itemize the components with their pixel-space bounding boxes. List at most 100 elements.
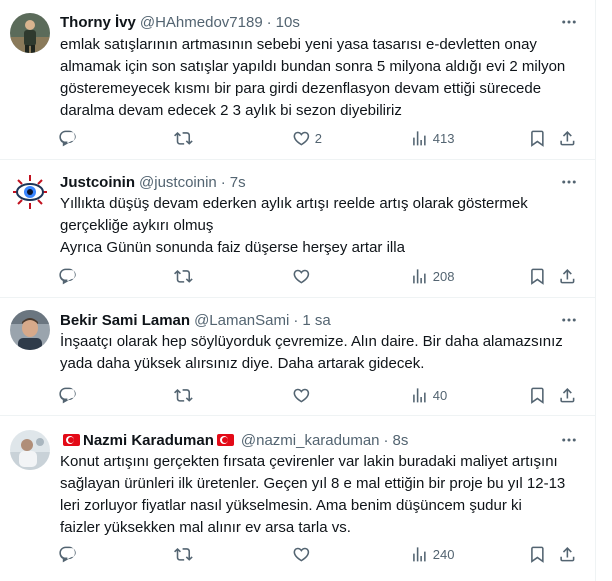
bookmark-button[interactable]: [528, 385, 547, 405]
tweet-actions: 240: [52, 544, 582, 564]
heart-icon: [293, 131, 310, 146]
separator-dot: ·: [266, 13, 272, 31]
reply-icon: [59, 268, 76, 284]
tweet-header: Justcoinin @justcoinin · 7s: [60, 172, 246, 192]
tweet-card[interactable]: Justcoinin @justcoinin · 7s Yıllıkta düş…: [0, 160, 596, 298]
turkey-flag-icon: [63, 434, 80, 446]
user-handle[interactable]: @HAhmedov7189: [140, 14, 263, 31]
tweet-text: emlak satışlarının artmasının sebebi yen…: [60, 34, 580, 122]
retweet-icon: [174, 547, 193, 561]
tweet-text-line: daralma devam edecek 2 3 aylık bi sezon …: [60, 102, 402, 119]
tweet-card[interactable]: Nazmi Karaduman @nazmi_karaduman · 8s Ko…: [0, 416, 596, 581]
views-count: 208: [432, 268, 455, 284]
views-count: 40: [432, 387, 448, 403]
user-handle[interactable]: @LamanSami: [194, 312, 289, 329]
display-name[interactable]: Thorny İvy: [60, 14, 136, 31]
tweet-header: Bekir Sami Laman @LamanSami · 1 sa: [60, 310, 331, 330]
tweet-text-line: emlak satışlarının artmasının sebebi yen…: [60, 36, 537, 53]
separator-dot: ·: [220, 173, 226, 191]
bookmark-button[interactable]: [528, 128, 547, 148]
tweet-text-line: Konut artışını gerçekten fırsata çeviren…: [60, 453, 558, 470]
heart-icon: [293, 547, 310, 562]
tweet-text-line: leri zorluyor fiyatlar nasıl yükselmesin…: [60, 497, 522, 514]
views-count: 413: [432, 130, 455, 146]
timestamp[interactable]: 8s: [393, 432, 409, 449]
heart-icon: [293, 388, 310, 403]
bookmark-button[interactable]: [528, 544, 547, 564]
tweet-text-line: İnşaatçı olarak hep söylüyorduk çevremiz…: [60, 333, 563, 350]
timestamp[interactable]: 1 sa: [302, 312, 330, 329]
views-icon: [413, 130, 426, 146]
tweet-text-line: Ayrıca Günün sonunda faiz düşerse herşey…: [60, 239, 405, 256]
tweet-header: Nazmi Karaduman @nazmi_karaduman · 8s: [60, 430, 408, 450]
avatar[interactable]: [10, 13, 50, 53]
share-button[interactable]: [558, 128, 577, 148]
like-button[interactable]: 2: [292, 128, 322, 148]
tweet-text: Konut artışını gerçekten fırsata çeviren…: [60, 451, 580, 539]
views-icon: [413, 387, 426, 403]
more-icon[interactable]: [560, 13, 578, 31]
retweet-button[interactable]: [174, 128, 193, 148]
tweet-actions: 208: [52, 266, 582, 286]
reply-icon: [59, 130, 76, 146]
retweet-button[interactable]: [174, 266, 193, 286]
like-button[interactable]: [292, 385, 311, 405]
reply-button[interactable]: [58, 128, 77, 148]
retweet-button[interactable]: [174, 544, 193, 564]
bookmark-icon: [531, 546, 544, 563]
bookmark-button[interactable]: [528, 266, 547, 286]
views-icon: [413, 268, 426, 284]
tweet-text-line: yada daha yüksek alırsınız diye. Daha ar…: [60, 355, 425, 372]
user-handle[interactable]: @justcoinin: [139, 174, 217, 191]
tweet-text-line: faizler yüksekken mal alınır ev arsa tar…: [60, 519, 351, 536]
share-button[interactable]: [558, 266, 577, 286]
reply-button[interactable]: [58, 385, 77, 405]
like-button[interactable]: [292, 544, 311, 564]
tweet-text-line: gösteremeyecek kısmı bir para girdi deze…: [60, 80, 542, 97]
retweet-button[interactable]: [174, 385, 193, 405]
tweet-text: Yıllıkta düşüş devam ederken aylık artış…: [60, 193, 580, 259]
more-icon[interactable]: [560, 311, 578, 329]
bookmark-icon: [531, 268, 544, 285]
avatar[interactable]: [10, 430, 50, 470]
views-button[interactable]: 413: [410, 128, 454, 148]
more-icon[interactable]: [560, 173, 578, 191]
bookmark-icon: [531, 387, 544, 404]
retweet-icon: [174, 131, 193, 145]
reply-button[interactable]: [58, 544, 77, 564]
display-name[interactable]: Justcoinin: [60, 174, 135, 191]
separator-dot: ·: [383, 431, 389, 449]
turkey-flag-icon: [216, 434, 234, 446]
retweet-icon: [174, 388, 193, 402]
display-name[interactable]: Nazmi Karaduman: [83, 432, 214, 449]
share-icon: [560, 387, 575, 403]
share-button[interactable]: [558, 544, 577, 564]
heart-icon: [293, 269, 310, 284]
avatar[interactable]: [10, 172, 50, 212]
tweet-actions: 40: [52, 385, 582, 405]
bookmark-icon: [531, 130, 544, 147]
reply-button[interactable]: [58, 266, 77, 286]
like-count: 2: [314, 130, 322, 146]
more-icon[interactable]: [560, 431, 578, 449]
share-button[interactable]: [558, 385, 577, 405]
tweet-card[interactable]: Bekir Sami Laman @LamanSami · 1 sa İnşaa…: [0, 298, 596, 416]
display-name[interactable]: Bekir Sami Laman: [60, 312, 190, 329]
tweet-card[interactable]: Thorny İvy @HAhmedov7189 · 10s emlak sat…: [0, 0, 596, 160]
views-button[interactable]: 208: [410, 266, 454, 286]
timestamp[interactable]: 7s: [230, 174, 246, 191]
retweet-icon: [174, 269, 193, 283]
like-button[interactable]: [292, 266, 311, 286]
reply-icon: [59, 387, 76, 403]
separator-dot: ·: [293, 311, 299, 329]
timestamp[interactable]: 10s: [276, 14, 300, 31]
reply-icon: [59, 546, 76, 562]
views-button[interactable]: 240: [410, 544, 454, 564]
user-handle[interactable]: @nazmi_karaduman: [241, 432, 380, 449]
share-icon: [560, 268, 575, 284]
share-icon: [560, 546, 575, 562]
tweet-text-line: Yıllıkta düşüş devam ederken aylık artış…: [60, 195, 528, 212]
views-button[interactable]: 40: [410, 385, 447, 405]
avatar[interactable]: [10, 310, 50, 350]
views-count: 240: [432, 546, 455, 562]
